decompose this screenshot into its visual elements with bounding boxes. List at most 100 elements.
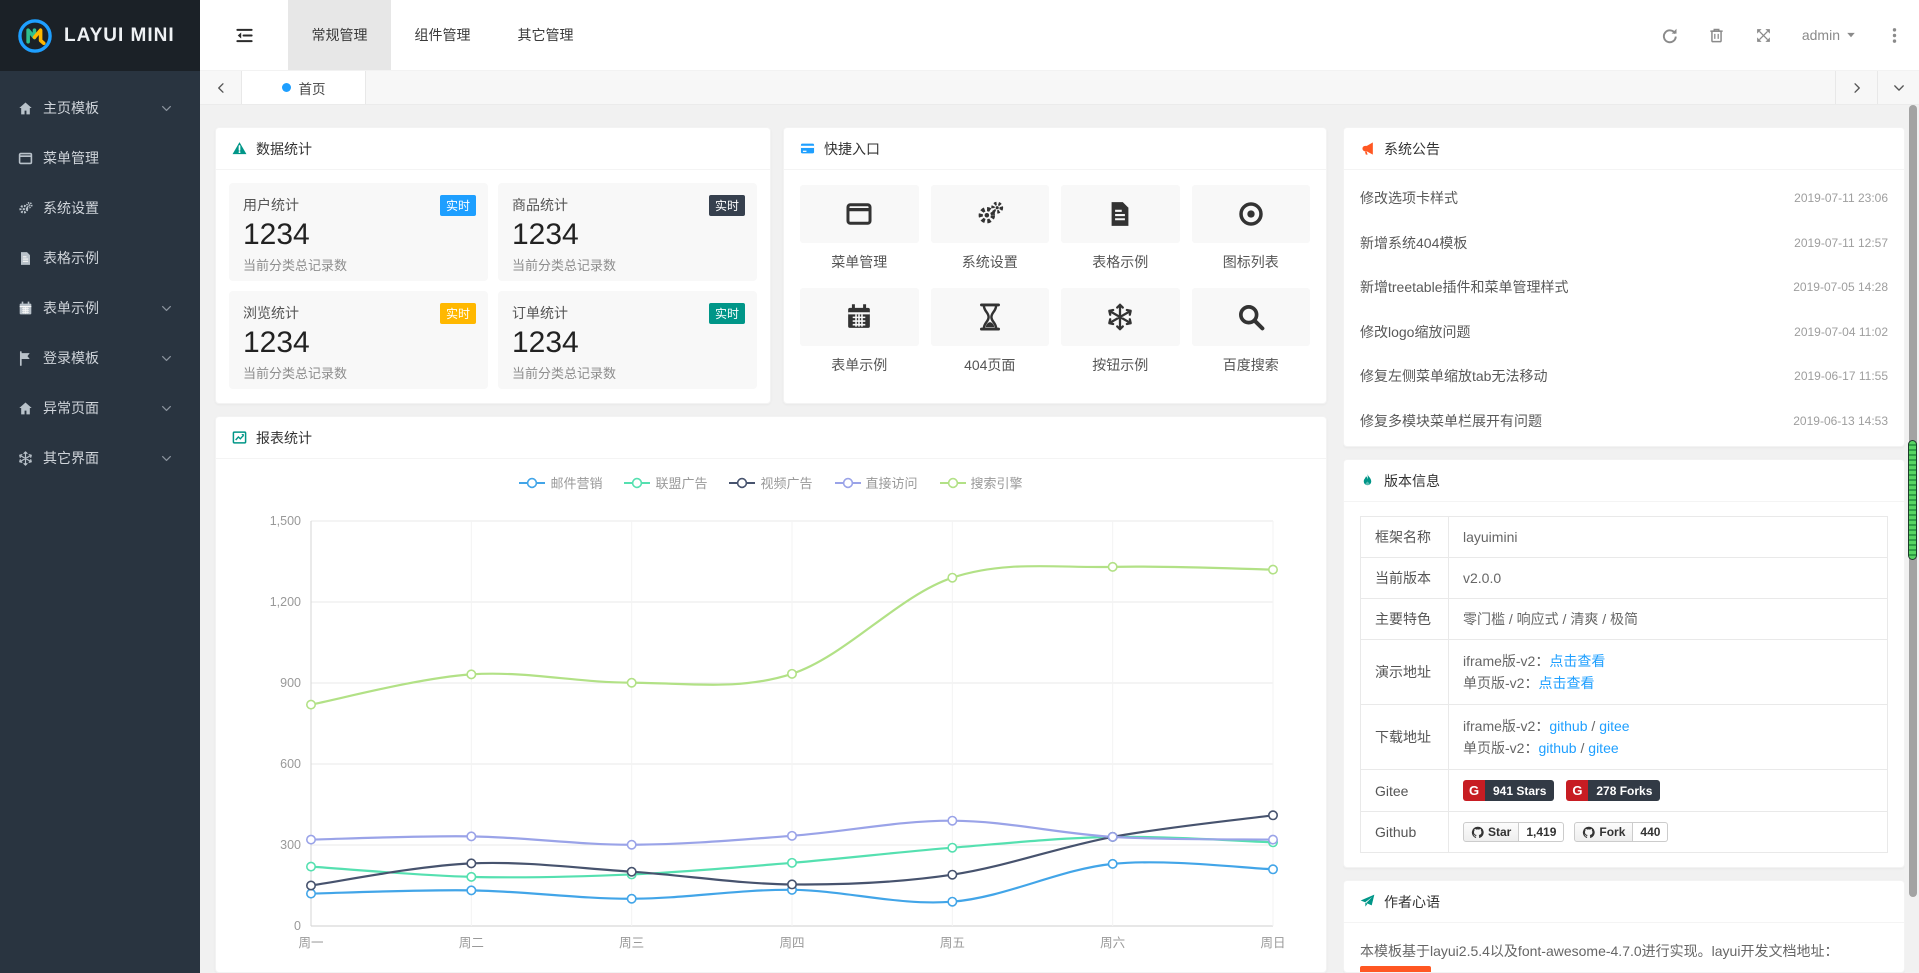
page-tab-1[interactable]: 首页 (242, 71, 366, 104)
sidebar-item-label: 系统设置 (43, 198, 182, 218)
nav-tab-label: 组件管理 (415, 25, 471, 45)
sidebar-item-label: 主页模板 (43, 98, 161, 118)
version-info-title: 版本信息 (1384, 471, 1440, 491)
system-announcement-header: 系统公告 (1344, 128, 1904, 170)
author-words-header: 作者心语 (1344, 881, 1904, 923)
stat-card-3: 浏览统计实时1234当前分类总记录数 (229, 291, 488, 389)
sidebar-item-8[interactable]: 其它界面 (0, 433, 200, 483)
version-value: layuimini (1463, 529, 1517, 545)
legend-marker-icon (835, 477, 861, 489)
github-count[interactable]: 1,419 (1519, 822, 1564, 842)
sidebar: LAYUI MINI 主页模板菜单管理系统设置表格示例表单示例登录模板异常页面其… (0, 0, 200, 973)
sidebar-item-7[interactable]: 异常页面 (0, 383, 200, 433)
sidebar-item-label: 表单示例 (43, 298, 161, 318)
legend-item-3[interactable]: 视频广告 (729, 473, 812, 492)
version-text: / (1588, 718, 1600, 734)
sidebar-item-2[interactable]: 菜单管理 (0, 133, 200, 183)
quick-entry-label: 按钮示例 (1061, 355, 1180, 375)
announcement-text: 修改logo缩放问题 (1360, 322, 1470, 342)
version-link[interactable]: 点击查看 (1549, 653, 1605, 669)
sidebar-item-5[interactable]: 表单示例 (0, 283, 200, 333)
file-icon (1106, 200, 1134, 228)
legend-marker-icon (940, 477, 966, 489)
version-row: 下载地址iframe版-v2：github / gitee单页版-v2：gith… (1361, 705, 1888, 770)
github-count[interactable]: 440 (1633, 822, 1668, 842)
more-vertical-icon[interactable] (1886, 27, 1903, 44)
quick-entry-label: 百度搜索 (1192, 355, 1311, 375)
layui-doc-badge[interactable]: layui文档 (1360, 966, 1431, 973)
quick-entry-3[interactable]: 表格示例 (1061, 185, 1180, 272)
trash-icon[interactable] (1708, 27, 1725, 44)
gitee-badge[interactable]: G278 Forks (1566, 780, 1660, 801)
tab-scroll-left-button[interactable] (200, 71, 242, 104)
version-row-label: Github (1361, 812, 1449, 853)
quick-entry-label: 表格示例 (1061, 252, 1180, 272)
chart-legend: 邮件营销 联盟广告 视频广告 直接访问 搜索引擎 (216, 473, 1326, 492)
author-words-panel: 作者心语 本模板基于layui2.5.4以及font-awesome-4.7.0… (1343, 880, 1905, 973)
version-link[interactable]: github (1538, 740, 1576, 756)
chart-line-icon (232, 430, 247, 445)
sidebar-item-3[interactable]: 系统设置 (0, 183, 200, 233)
svg-text:周一: 周一 (298, 936, 323, 950)
right-column: 系统公告 修改选项卡样式2019-07-11 23:06新增系统404模板201… (1343, 127, 1905, 973)
version-row: 框架名称layuimini (1361, 517, 1888, 558)
legend-item-1[interactable]: 邮件营销 (519, 473, 602, 492)
version-row-label: Gitee (1361, 770, 1449, 812)
scroll-indicator (1908, 440, 1917, 560)
quick-entry-1[interactable]: 菜单管理 (800, 185, 919, 272)
stat-card-4: 订单统计实时1234当前分类总记录数 (498, 291, 757, 389)
quick-entry-icon-box (1061, 288, 1180, 346)
sidebar-item-label: 登录模板 (43, 348, 161, 368)
main-area: 常规管理 组件管理 其它管理 admin 首页 (200, 0, 1919, 973)
nav-tab-3[interactable]: 其它管理 (494, 0, 597, 70)
stat-card-1: 用户统计实时1234当前分类总记录数 (229, 183, 488, 281)
quick-entry-5[interactable]: 表单示例 (800, 288, 919, 375)
user-menu[interactable]: admin (1802, 27, 1856, 43)
quick-entry-4[interactable]: 图标列表 (1192, 185, 1311, 272)
version-link[interactable]: gitee (1588, 740, 1618, 756)
tab-bar-spacer (366, 71, 1835, 104)
nav-tab-1[interactable]: 常规管理 (288, 0, 391, 70)
legend-label: 直接访问 (866, 473, 918, 492)
gitee-badge-label: 941 Stars (1485, 780, 1554, 801)
sidebar-item-6[interactable]: 登录模板 (0, 333, 200, 383)
quick-entry-7[interactable]: 按钮示例 (1061, 288, 1180, 375)
legend-item-2[interactable]: 联盟广告 (624, 473, 707, 492)
fullscreen-icon[interactable] (1755, 27, 1772, 44)
version-link[interactable]: github (1549, 718, 1587, 734)
legend-marker-icon (624, 477, 650, 489)
github-button-label: Fork (1599, 825, 1625, 839)
quick-entry-8[interactable]: 百度搜索 (1192, 288, 1311, 375)
nav-tab-2[interactable]: 组件管理 (391, 0, 494, 70)
github-star-button[interactable]: Star (1463, 822, 1519, 842)
github-fork-button[interactable]: Fork (1574, 822, 1633, 842)
announcement-row-4: 修改logo缩放问题2019-07-04 11:02 (1360, 310, 1888, 355)
warning-triangle-icon (232, 141, 247, 156)
announcement-row-1: 修改选项卡样式2019-07-11 23:06 (1360, 176, 1888, 221)
version-row: 演示地址iframe版-v2：点击查看单页版-v2：点击查看 (1361, 640, 1888, 705)
calendar-icon (18, 301, 33, 316)
legend-item-4[interactable]: 直接访问 (835, 473, 918, 492)
sidebar-item-4[interactable]: 表格示例 (0, 233, 200, 283)
quick-entry-6[interactable]: 404页面 (931, 288, 1050, 375)
gears-icon (976, 200, 1004, 228)
sidebar-item-1[interactable]: 主页模板 (0, 83, 200, 133)
nav-tab-label: 常规管理 (312, 25, 368, 45)
version-link[interactable]: 点击查看 (1538, 675, 1594, 691)
quick-entry-2[interactable]: 系统设置 (931, 185, 1050, 272)
hourglass-icon (976, 303, 1004, 331)
quick-entry-icon-box (1192, 288, 1311, 346)
gitee-badge[interactable]: G941 Stars (1463, 780, 1554, 801)
refresh-icon[interactable] (1661, 27, 1678, 44)
announcement-row-5: 修复左侧菜单缩放tab无法移动2019-06-17 11:55 (1360, 354, 1888, 399)
sidebar-toggle-button[interactable] (200, 0, 288, 70)
announcement-text: 修复多模块菜单栏展开有问题 (1360, 411, 1542, 431)
realtime-badge: 实时 (440, 303, 476, 324)
announcement-time: 2019-07-11 12:57 (1794, 236, 1888, 250)
legend-item-5[interactable]: 搜索引擎 (940, 473, 1023, 492)
report-statistics-panel: 报表统计 邮件营销联盟广告视频广告直接访问搜索引擎 03006009001,20… (215, 416, 1327, 973)
tab-menu-button[interactable] (1877, 71, 1919, 104)
version-link[interactable]: gitee (1599, 718, 1629, 734)
tab-scroll-right-button[interactable] (1835, 71, 1877, 104)
data-statistics-header: 数据统计 (216, 128, 770, 170)
